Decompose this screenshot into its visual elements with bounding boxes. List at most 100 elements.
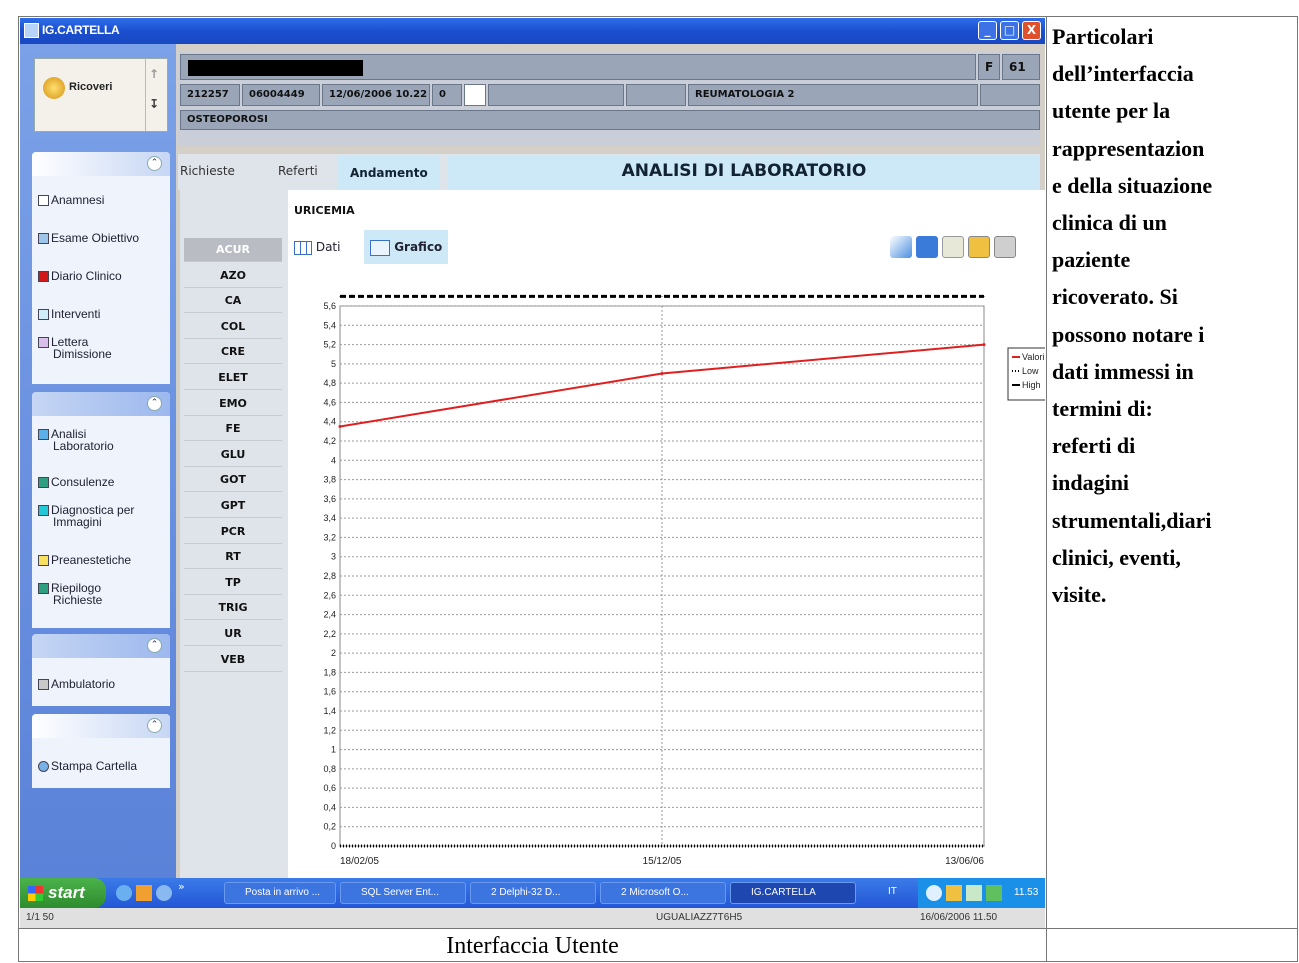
diagnosis-field: OSTEOPOROSI bbox=[180, 110, 1040, 130]
language-indicator[interactable]: IT bbox=[888, 886, 897, 897]
tab-richieste[interactable]: Richieste bbox=[180, 164, 235, 178]
application-screenshot: IG.CARTELLA _ □ X Ricoveri ↑ ↧ ⌃ Anamnes… bbox=[20, 18, 1045, 928]
copy-icon[interactable] bbox=[942, 236, 964, 258]
app-icon bbox=[24, 23, 39, 38]
taskbar-item-delphi[interactable]: 2 Delphi-32 D... bbox=[470, 882, 596, 904]
panel-header[interactable]: ⌃ bbox=[32, 392, 170, 416]
nav-item-label: Analisi Laboratorio bbox=[51, 427, 114, 454]
analysis-item-ca[interactable]: CA bbox=[184, 289, 282, 314]
start-button[interactable]: start bbox=[20, 878, 106, 908]
chevron-icon[interactable]: » bbox=[178, 880, 185, 893]
panel-header[interactable]: ⌃ bbox=[32, 152, 170, 176]
chart-panel: URICEMIA Dati Grafico 0 0,2 0,4 0,6 0,8 1 1,2 1… bbox=[288, 190, 1045, 878]
printer-icon[interactable] bbox=[994, 236, 1016, 258]
empty-field bbox=[980, 84, 1040, 106]
analysis-item-elet[interactable]: ELET bbox=[184, 366, 282, 390]
nav-item-anamnesi[interactable]: Anamnesi bbox=[38, 194, 104, 207]
x-tick-label: 15/12/05 bbox=[643, 856, 682, 867]
description-line: strumentali,diari bbox=[1052, 507, 1212, 533]
analysis-item-glu[interactable]: GLU bbox=[184, 443, 282, 467]
analysis-item-fe[interactable]: FE bbox=[184, 417, 282, 442]
arrow-down-icon[interactable]: ↧ bbox=[149, 97, 159, 111]
outlook-quicklaunch-icon[interactable] bbox=[136, 885, 152, 901]
maximize-button[interactable]: □ bbox=[1000, 21, 1019, 40]
analysis-item-azo[interactable]: AZO bbox=[184, 264, 282, 288]
panel-header[interactable]: ⌃ bbox=[32, 634, 170, 658]
nav-item-interventi[interactable]: Interventi bbox=[38, 308, 100, 321]
description-line: indagini bbox=[1052, 470, 1130, 496]
collapse-chevron-icon[interactable]: ⌃ bbox=[147, 156, 162, 171]
nav-item-label: Preanestetiche bbox=[51, 553, 132, 567]
panel-header[interactable]: ⌃ bbox=[32, 714, 170, 738]
patient-id-field: 212257 bbox=[180, 84, 240, 106]
export-icon[interactable] bbox=[968, 236, 990, 258]
taskbar-item-posta[interactable]: Posta in arrivo ... bbox=[224, 882, 336, 904]
browser-quicklaunch-icon[interactable] bbox=[116, 885, 132, 901]
y-tick-label: 5,2 bbox=[323, 340, 336, 350]
collapse-chevron-icon[interactable]: ⌃ bbox=[147, 396, 162, 411]
nav-item-lettera-dimissione[interactable]: Lettera Dimissione bbox=[38, 336, 148, 360]
flag-checkbox[interactable] bbox=[464, 84, 486, 106]
arrow-up-icon[interactable]: ↑ bbox=[149, 67, 159, 81]
description-line: ricoverato. Si bbox=[1052, 284, 1178, 310]
data-point-high bbox=[661, 295, 663, 297]
minimize-button[interactable]: _ bbox=[978, 21, 997, 40]
nav-item-diario-clinico[interactable]: Diario Clinico bbox=[38, 270, 122, 283]
status-right: 16/06/2006 11.50 bbox=[920, 912, 998, 923]
analysis-item-cre[interactable]: CRE bbox=[184, 340, 282, 365]
tray-mail-icon[interactable] bbox=[946, 885, 962, 901]
tab-dati[interactable]: Dati bbox=[294, 230, 340, 264]
panel-richieste: ⌃ Analisi Laboratorio Consulenze Diagnos… bbox=[32, 392, 170, 628]
close-button[interactable]: X bbox=[1022, 21, 1041, 40]
analysis-item-col[interactable]: COL bbox=[184, 315, 282, 339]
data-point-high bbox=[983, 295, 985, 297]
tab-bar: Richieste Referti Andamento ANALISI DI L… bbox=[178, 154, 1040, 190]
ruler-icon[interactable] bbox=[890, 236, 912, 258]
panel-ambulatorio: ⌃ Ambulatorio bbox=[32, 634, 170, 706]
nav-item-consulenze[interactable]: Consulenze bbox=[38, 475, 115, 489]
analysis-item-gpt[interactable]: GPT bbox=[184, 494, 282, 518]
tray-app-icon[interactable] bbox=[926, 885, 942, 901]
taskbar-item-microsoft[interactable]: 2 Microsoft O... bbox=[600, 882, 726, 904]
tray-network-icon[interactable] bbox=[966, 885, 982, 901]
ricoveri-icon bbox=[43, 77, 65, 99]
analysis-item-ur[interactable]: UR bbox=[184, 622, 282, 646]
window-title: IG.CARTELLA bbox=[42, 23, 120, 37]
panel-stampa: ⌃ Stampa Cartella bbox=[32, 714, 170, 788]
nav-item-diagnostica-immagini[interactable]: Diagnostica per Immagini bbox=[38, 504, 158, 528]
y-tick-label: 0,8 bbox=[323, 764, 336, 774]
tab-grafico[interactable]: Grafico bbox=[364, 230, 449, 264]
empty-field bbox=[488, 84, 624, 106]
y-tick-label: 0 bbox=[331, 841, 336, 851]
tab-referti[interactable]: Referti bbox=[278, 164, 318, 178]
analysis-item-acur[interactable]: ACUR bbox=[184, 238, 282, 262]
y-tick-label: 4,6 bbox=[323, 397, 336, 407]
nav-item-esame-obiettivo[interactable]: Esame Obiettivo bbox=[38, 232, 139, 245]
analysis-item-veb[interactable]: VEB bbox=[184, 648, 282, 672]
taskbar-item-igcartella[interactable]: IG.CARTELLA bbox=[730, 882, 856, 904]
collapse-chevron-icon[interactable]: ⌃ bbox=[147, 718, 162, 733]
analysis-item-pcr[interactable]: PCR bbox=[184, 520, 282, 544]
y-tick-label: 1,2 bbox=[323, 725, 336, 735]
analysis-item-emo[interactable]: EMO bbox=[184, 392, 282, 416]
nav-item-riepilogo-richieste[interactable]: Riepilogo Richieste bbox=[38, 582, 148, 606]
analysis-item-rt[interactable]: RT bbox=[184, 545, 282, 570]
taskbar-item-sql-server[interactable]: SQL Server Ent... bbox=[340, 882, 466, 904]
count-field: 0 bbox=[432, 84, 462, 106]
sort-arrows-icon[interactable] bbox=[916, 236, 938, 258]
nav-item-stampa-cartella[interactable]: Stampa Cartella bbox=[38, 760, 137, 773]
analysis-item-tp[interactable]: TP bbox=[184, 571, 282, 595]
nav-item-ambulatorio[interactable]: Ambulatorio bbox=[38, 678, 115, 691]
collapse-chevron-icon[interactable]: ⌃ bbox=[147, 638, 162, 653]
nav-item-preanestetiche[interactable]: Preanestetiche bbox=[38, 553, 132, 567]
clock: 11.53 bbox=[1014, 887, 1039, 898]
nav-item-label: Consulenze bbox=[51, 475, 115, 489]
ricoveri-selector[interactable]: Ricoveri ↑ ↧ bbox=[34, 58, 168, 132]
nav-item-analisi-laboratorio[interactable]: Analisi Laboratorio bbox=[38, 428, 148, 452]
tray-security-icon[interactable] bbox=[986, 885, 1002, 901]
desktop-quicklaunch-icon[interactable] bbox=[156, 885, 172, 901]
analysis-item-trig[interactable]: TRIG bbox=[184, 596, 282, 621]
analysis-item-got[interactable]: GOT bbox=[184, 468, 282, 493]
y-tick-label: 4,2 bbox=[323, 436, 336, 446]
tab-andamento[interactable]: Andamento bbox=[338, 156, 440, 190]
